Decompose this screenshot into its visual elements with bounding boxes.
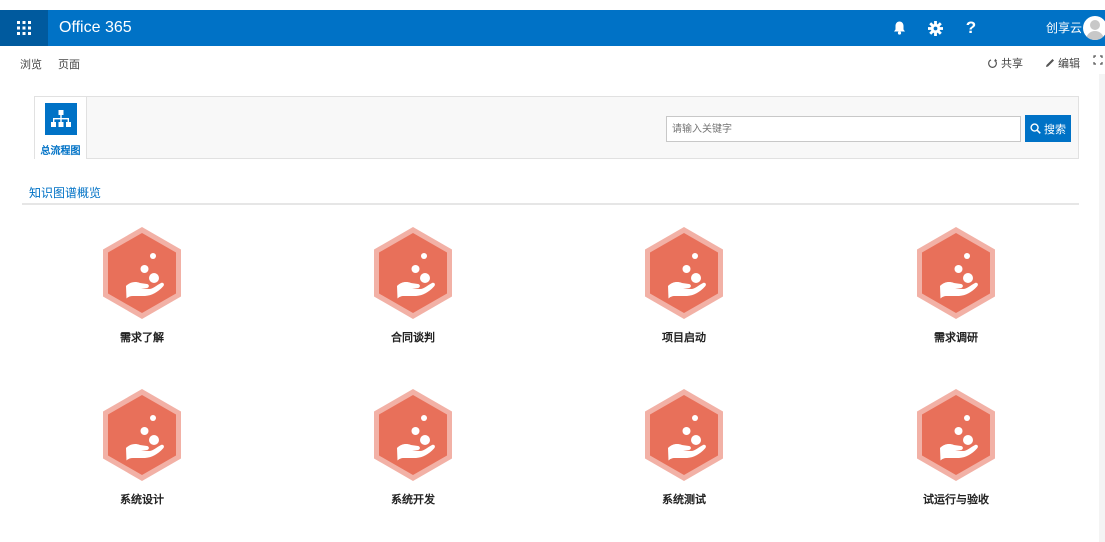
focus-icon — [1093, 55, 1103, 65]
hand-molecule-icon — [645, 227, 723, 319]
suite-bar: Office 365 ? 创享云 — [0, 10, 1105, 46]
node-label: 项目启动 — [662, 331, 706, 344]
hand-molecule-icon — [917, 389, 995, 481]
bell-icon — [893, 21, 905, 35]
help-icon: ? — [965, 18, 977, 37]
ribbon-bar: 浏览 页面 共享 编辑 — [0, 52, 1105, 74]
node-label: 合同谈判 — [391, 331, 435, 344]
hand-molecule-icon — [645, 389, 723, 481]
search-button-label: 搜索 — [1044, 123, 1066, 136]
knowledge-node-item[interactable]: 系统设计 — [72, 387, 212, 507]
knowledge-node-item[interactable]: 试运行与验收 — [886, 387, 1026, 507]
search-button[interactable]: 搜索 — [1025, 115, 1071, 142]
hand-molecule-icon — [103, 389, 181, 481]
edit-label: 编辑 — [1058, 57, 1080, 70]
scrollbar[interactable] — [1099, 74, 1105, 542]
hand-molecule-icon — [374, 227, 452, 319]
knowledge-node-item[interactable]: 系统开发 — [343, 387, 483, 507]
knowledge-node-item[interactable]: 项目启动 — [614, 225, 754, 345]
avatar[interactable] — [1083, 16, 1105, 40]
share-button[interactable]: 共享 — [987, 55, 1023, 71]
knowledge-node-item[interactable]: 合同谈判 — [343, 225, 483, 345]
top-panel: 总流程图 搜索 — [34, 96, 1079, 159]
gear-icon — [927, 20, 943, 36]
node-label: 试运行与验收 — [923, 493, 989, 506]
edit-button[interactable]: 编辑 — [1045, 55, 1080, 71]
share-label: 共享 — [1001, 57, 1023, 70]
hand-molecule-icon — [917, 227, 995, 319]
hand-molecule-icon — [103, 227, 181, 319]
node-label: 系统开发 — [391, 493, 435, 506]
search-input[interactable] — [666, 116, 1021, 142]
divider — [22, 203, 1079, 205]
knowledge-node-item[interactable]: 需求调研 — [886, 225, 1026, 345]
search-icon — [1030, 123, 1041, 134]
knowledge-node-item[interactable]: 需求了解 — [72, 225, 212, 345]
hand-molecule-icon — [374, 389, 452, 481]
brand-title[interactable]: Office 365 — [59, 10, 132, 46]
tab-page[interactable]: 页面 — [58, 56, 80, 72]
help-button[interactable]: ? — [953, 10, 989, 46]
node-label: 系统设计 — [120, 493, 164, 506]
share-icon — [988, 58, 998, 68]
tile-label: 总流程图 — [40, 146, 81, 157]
notifications-button[interactable] — [881, 10, 917, 46]
org-chart-icon — [44, 103, 77, 135]
pencil-icon — [1046, 59, 1054, 67]
node-label: 需求调研 — [934, 331, 978, 344]
knowledge-node-item[interactable]: 系统测试 — [614, 387, 754, 507]
tab-browse[interactable]: 浏览 — [20, 56, 42, 72]
focus-button[interactable] — [1093, 55, 1103, 65]
node-label: 需求了解 — [120, 331, 164, 344]
app-launcher-button[interactable] — [0, 10, 48, 46]
master-flowchart-tile[interactable]: 总流程图 — [35, 97, 87, 159]
settings-button[interactable] — [917, 10, 953, 46]
user-name[interactable]: 创享云 — [1046, 10, 1082, 46]
waffle-icon — [17, 21, 31, 35]
tab-knowledge-graph-overview[interactable]: 知识图谱概览 — [22, 184, 108, 205]
node-label: 系统测试 — [662, 493, 706, 506]
